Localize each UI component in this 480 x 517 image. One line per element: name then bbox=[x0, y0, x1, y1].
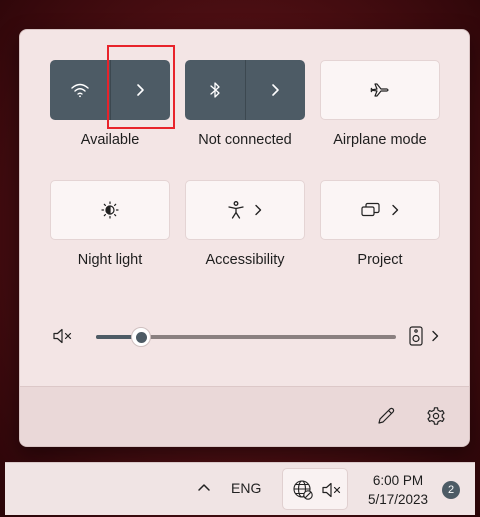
project-tile-label: Project bbox=[357, 252, 403, 268]
airplane-mode-button[interactable] bbox=[320, 60, 440, 120]
night-light-button[interactable] bbox=[50, 180, 170, 240]
accessibility-button[interactable] bbox=[185, 180, 305, 240]
volume-muted-tray-icon bbox=[321, 481, 343, 499]
wifi-expand-button[interactable] bbox=[111, 60, 171, 120]
system-tray-group[interactable] bbox=[282, 468, 348, 510]
project-button[interactable] bbox=[320, 180, 440, 240]
chevron-right-icon bbox=[253, 203, 263, 217]
wifi-tile-label: Available bbox=[80, 132, 140, 148]
volume-slider[interactable] bbox=[96, 327, 396, 347]
bluetooth-tile-label: Not connected bbox=[198, 132, 292, 148]
gear-icon[interactable] bbox=[426, 406, 446, 426]
pencil-icon[interactable] bbox=[376, 406, 396, 426]
chevron-right-icon bbox=[135, 83, 145, 97]
input-language-indicator[interactable]: ENG bbox=[231, 480, 261, 496]
airplane-tile-label: Airplane mode bbox=[333, 132, 427, 148]
speaker-device-icon[interactable] bbox=[408, 325, 424, 347]
chevron-right-icon bbox=[270, 83, 280, 97]
clock-date: 5/17/2023 bbox=[367, 492, 429, 507]
show-hidden-icons-chevron-up-icon[interactable] bbox=[197, 482, 211, 492]
notification-badge[interactable]: 2 bbox=[442, 481, 460, 499]
clock-time: 6:00 PM bbox=[372, 473, 424, 488]
volume-output-chevron-icon[interactable] bbox=[430, 329, 440, 343]
project-icon bbox=[360, 201, 382, 219]
wifi-icon bbox=[70, 82, 90, 98]
airplane-icon bbox=[369, 81, 391, 99]
volume-slider-thumb[interactable] bbox=[131, 327, 151, 347]
bluetooth-tile bbox=[185, 60, 305, 120]
bluetooth-icon bbox=[209, 81, 221, 99]
globe-no-internet-icon bbox=[292, 479, 314, 501]
wifi-tile bbox=[50, 60, 170, 120]
quick-settings-footer bbox=[20, 386, 469, 446]
wifi-toggle-button[interactable] bbox=[50, 60, 111, 120]
taskbar: ENG 6:00 PM 5/17/2023 2 bbox=[5, 462, 475, 515]
accessibility-icon bbox=[227, 200, 245, 220]
volume-muted-icon[interactable] bbox=[52, 327, 74, 345]
bluetooth-toggle-button[interactable] bbox=[185, 60, 246, 120]
volume-row bbox=[20, 322, 469, 352]
night-light-tile-label: Night light bbox=[77, 252, 143, 268]
quick-settings-panel: Available Not connected Airplane mode Ni… bbox=[19, 29, 470, 447]
clock[interactable]: 6:00 PM 5/17/2023 bbox=[357, 471, 439, 509]
chevron-right-icon bbox=[390, 203, 400, 217]
bluetooth-expand-button[interactable] bbox=[246, 60, 306, 120]
accessibility-tile-label: Accessibility bbox=[205, 252, 285, 268]
night-light-icon bbox=[100, 200, 120, 220]
